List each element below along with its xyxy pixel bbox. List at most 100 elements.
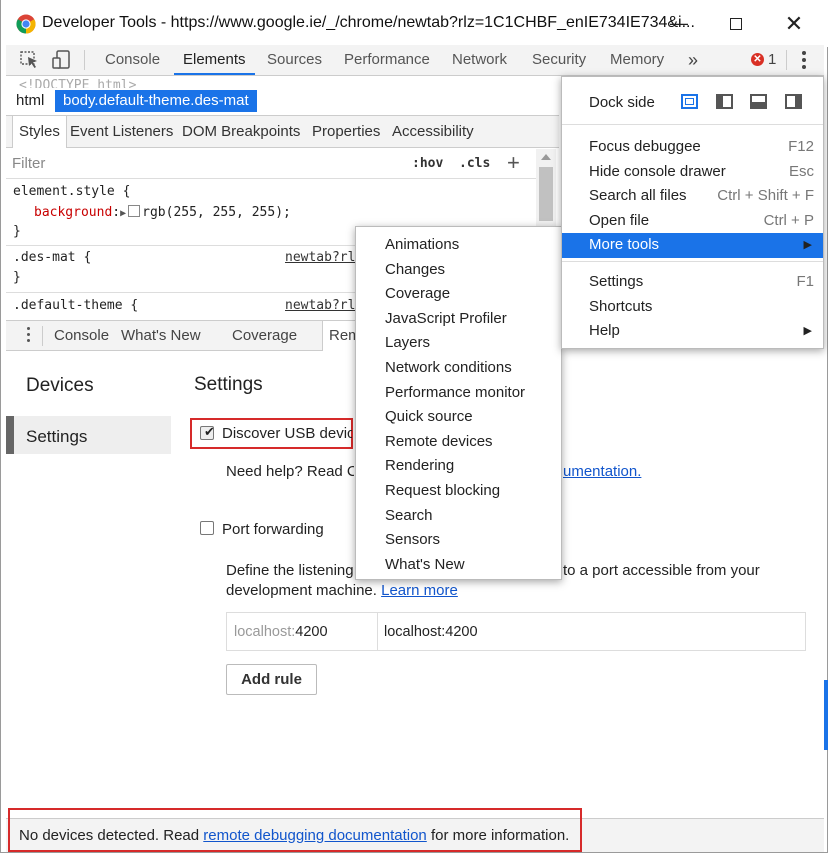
drawer-tab-whats-new[interactable]: What's New bbox=[121, 321, 201, 351]
drawer-tab-console[interactable]: Console bbox=[54, 321, 109, 351]
default-theme-selector: .default-theme { bbox=[13, 298, 139, 313]
tab-properties[interactable]: Properties bbox=[312, 116, 380, 148]
menu-item-settings[interactable]: Settings F1 bbox=[562, 270, 823, 295]
tab-event-listeners[interactable]: Event Listeners bbox=[70, 116, 173, 148]
filter-input[interactable]: Filter bbox=[12, 155, 45, 172]
menu-item-label: Help bbox=[589, 322, 620, 339]
menu-item-rendering[interactable]: Rendering bbox=[356, 454, 561, 479]
menu-item-sensors[interactable]: Sensors bbox=[356, 528, 561, 553]
menu-item-layers[interactable]: Layers bbox=[356, 331, 561, 356]
menu-item-label: Open file bbox=[589, 212, 650, 229]
menu-item-label: Settings bbox=[589, 273, 644, 290]
rule-source-link[interactable]: newtab?rl bbox=[285, 250, 355, 265]
hov-toggle[interactable]: :hov bbox=[412, 156, 443, 171]
menu-item-shortcuts[interactable]: Shortcuts bbox=[562, 295, 823, 320]
menu-item-changes[interactable]: Changes bbox=[356, 258, 561, 283]
rule-port-value: 4200 bbox=[295, 624, 328, 640]
tab-dom-breakpoints[interactable]: DOM Breakpoints bbox=[182, 116, 300, 148]
minimize-icon: — bbox=[670, 13, 688, 33]
need-help-text: Need help? Read Ch bbox=[226, 463, 354, 480]
css-declaration[interactable]: background:▶ rgb(255, 255, 255); bbox=[34, 205, 291, 220]
tab-security[interactable]: Security bbox=[532, 45, 586, 75]
kebab-menu-icon[interactable] bbox=[801, 50, 807, 70]
menu-item-hide-console-drawer[interactable]: Hide console drawer Esc bbox=[562, 160, 823, 185]
menu-item-coverage[interactable]: Coverage bbox=[356, 282, 561, 307]
rule-port-field[interactable]: localhost:4200 bbox=[234, 624, 328, 640]
devtools-window: Developer Tools - https://www.google.ie/… bbox=[0, 0, 828, 853]
menu-shortcut: Ctrl + P bbox=[763, 212, 814, 229]
menu-item-more-tools[interactable]: More tools ▶ bbox=[562, 233, 823, 258]
menu-item-remote-devices[interactable]: Remote devices bbox=[356, 430, 561, 455]
minimize-button[interactable]: — bbox=[650, 0, 708, 47]
menu-item-request-blocking[interactable]: Request blocking bbox=[356, 479, 561, 504]
rule-divider bbox=[377, 613, 378, 650]
menu-item-performance-monitor[interactable]: Performance monitor bbox=[356, 381, 561, 406]
menu-shortcut: Esc bbox=[788, 163, 814, 180]
menu-item-quick-source[interactable]: Quick source bbox=[356, 405, 561, 430]
learn-more-link[interactable]: Learn more bbox=[381, 582, 458, 599]
scrollbar-thumb[interactable] bbox=[539, 167, 553, 221]
menu-item-search[interactable]: Search bbox=[356, 504, 561, 529]
menu-item-javascript-profiler[interactable]: JavaScript Profiler bbox=[356, 307, 561, 332]
menu-item-search-all-files[interactable]: Search all files Ctrl + Shift + F bbox=[562, 184, 823, 209]
menu-divider bbox=[562, 124, 823, 125]
tab-styles[interactable]: Styles bbox=[12, 116, 67, 148]
port-rule-row[interactable]: localhost:4200 localhost:4200 bbox=[226, 612, 806, 651]
add-rule-button[interactable]: Add rule bbox=[226, 664, 317, 695]
breadcrumb-html[interactable]: html bbox=[8, 90, 52, 112]
rule-address-field[interactable]: localhost:4200 bbox=[384, 624, 478, 640]
error-icon: ✕ bbox=[751, 53, 764, 66]
color-swatch[interactable] bbox=[128, 205, 141, 217]
rule-source-link[interactable]: newtab?rl bbox=[285, 298, 355, 313]
menu-item-animations[interactable]: Animations bbox=[356, 233, 561, 258]
tab-console[interactable]: Console bbox=[105, 45, 160, 75]
device-toolbar-icon[interactable] bbox=[52, 50, 72, 70]
des-mat-selector: .des-mat { bbox=[13, 250, 92, 265]
tab-network[interactable]: Network bbox=[452, 45, 507, 75]
dock-side-label: Dock side bbox=[589, 94, 655, 111]
define-text-end: to a port accessible from your bbox=[563, 562, 760, 579]
tab-sources[interactable]: Sources bbox=[267, 45, 322, 75]
rule-close-brace: } bbox=[13, 270, 21, 285]
menu-shortcut: F1 bbox=[796, 273, 814, 290]
port-forwarding-checkbox[interactable] bbox=[200, 521, 214, 535]
settings-heading: Settings bbox=[194, 374, 263, 395]
dock-right-icon[interactable] bbox=[785, 94, 802, 109]
window-title: Developer Tools - https://www.google.ie/… bbox=[42, 14, 695, 31]
menu-item-focus-debuggee[interactable]: Focus debuggee F12 bbox=[562, 135, 823, 160]
css-property: background bbox=[34, 205, 113, 220]
menu-item-help[interactable]: Help ▶ bbox=[562, 319, 823, 344]
more-tabs-button[interactable]: » bbox=[688, 45, 698, 75]
dock-bottom-icon[interactable] bbox=[750, 94, 767, 109]
close-icon: ✕ bbox=[784, 10, 804, 36]
dock-left-icon[interactable] bbox=[716, 94, 733, 109]
dock-undock-icon[interactable] bbox=[681, 94, 698, 109]
menu-shortcut: F12 bbox=[788, 138, 814, 155]
sidebar-item-devices[interactable]: Devices bbox=[26, 375, 94, 397]
cls-toggle[interactable]: .cls bbox=[459, 156, 490, 171]
breadcrumb-body[interactable]: body.default-theme.des-mat bbox=[55, 90, 257, 112]
define-text-machine: development machine. bbox=[226, 582, 377, 599]
tab-accessibility[interactable]: Accessibility bbox=[392, 116, 474, 148]
drawer-menu-icon[interactable] bbox=[25, 327, 31, 345]
maximize-button[interactable] bbox=[707, 0, 765, 47]
tab-performance[interactable]: Performance bbox=[344, 45, 430, 75]
error-count[interactable]: 1 bbox=[768, 51, 776, 68]
submenu-arrow-icon: ▶ bbox=[803, 325, 812, 337]
remote-debugging-doc-link[interactable]: umentation. bbox=[563, 463, 641, 480]
sidebar-item-settings[interactable]: Settings bbox=[6, 416, 171, 454]
close-button[interactable]: ✕ bbox=[765, 0, 823, 47]
main-toolbar: Console Elements Sources Performance Net… bbox=[6, 45, 824, 76]
new-style-rule-button[interactable]: + bbox=[507, 150, 520, 176]
drawer-tab-coverage[interactable]: Coverage bbox=[232, 321, 297, 351]
menu-item-network-conditions[interactable]: Network conditions bbox=[356, 356, 561, 381]
tab-memory[interactable]: Memory bbox=[610, 45, 664, 75]
menu-divider bbox=[562, 261, 823, 262]
menu-item-whats-new[interactable]: What's New bbox=[356, 553, 561, 578]
inspect-element-icon[interactable] bbox=[20, 51, 40, 69]
maximize-icon bbox=[730, 17, 742, 30]
scroll-up-icon bbox=[541, 154, 551, 160]
menu-item-open-file[interactable]: Open file Ctrl + P bbox=[562, 209, 823, 234]
discover-usb-checkbox[interactable]: ✔ bbox=[200, 424, 215, 440]
tab-elements[interactable]: Elements bbox=[174, 45, 255, 75]
